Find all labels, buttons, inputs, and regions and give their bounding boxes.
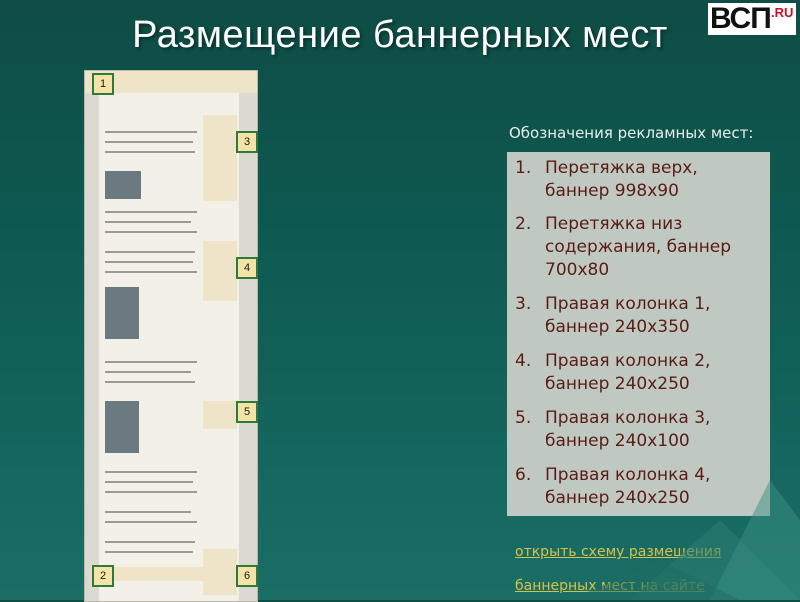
banner-area-right-1: [203, 115, 237, 201]
site-layout-mockup: [84, 70, 258, 602]
text-line: [105, 511, 191, 513]
text-line: [105, 471, 197, 473]
text-line: [105, 361, 197, 363]
legend-item: 4. Правая колонка 2, баннер 240х250: [515, 350, 765, 394]
legend-item-number: 1.: [515, 158, 532, 178]
logo-text: ВСП: [710, 2, 772, 35]
banner-marker-5: 5: [236, 401, 258, 423]
text-line: [105, 491, 197, 493]
legend-item: 5. Правая колонка 3, баннер 240х100: [515, 407, 765, 451]
legend-item-text: Правая колонка 3, баннер 240х100: [545, 408, 711, 451]
banner-marker-3: 3: [236, 131, 258, 153]
banner-area-right-3: [203, 401, 237, 429]
legend-item-number: 2.: [515, 214, 532, 234]
text-line: [105, 381, 195, 383]
text-line: [105, 551, 193, 553]
legend-item: 2. Перетяжка низ содержания, баннер 700х…: [515, 213, 765, 280]
banner-area-bottom: [99, 567, 219, 581]
text-line: [105, 211, 197, 213]
text-line: [105, 541, 195, 543]
banner-marker-6: 6: [236, 565, 258, 587]
article-photo: [105, 401, 139, 453]
text-line: [105, 221, 191, 223]
text-line: [105, 261, 193, 263]
background-decoration: [570, 480, 800, 600]
legend-item-number: 5.: [515, 408, 532, 428]
text-line: [105, 151, 195, 153]
text-line: [105, 251, 195, 253]
text-line: [105, 271, 197, 273]
banner-marker-2: 2: [92, 565, 114, 587]
banner-marker-1: 1: [92, 73, 114, 95]
slide-title: Размещение баннерных мест: [132, 14, 668, 56]
legend-item-text: Перетяжка верх, баннер 998х90: [545, 158, 698, 201]
text-line: [105, 371, 191, 373]
article-photo: [105, 287, 139, 339]
text-line: [105, 131, 197, 133]
banner-marker-4: 4: [236, 257, 258, 279]
text-line: [105, 521, 197, 523]
article-photo: [105, 171, 141, 199]
logo-suffix: .RU: [771, 5, 794, 20]
legend-item-number: 3.: [515, 294, 532, 314]
legend-item: 1. Перетяжка верх, баннер 998х90: [515, 157, 765, 201]
legend-item-number: 4.: [515, 351, 532, 371]
vsp-logo: ВСП .RU: [708, 2, 796, 35]
legend-item-text: Правая колонка 2, баннер 240х250: [545, 351, 711, 394]
legend-item: 3. Правая колонка 1, баннер 240х350: [515, 293, 765, 337]
text-line: [105, 231, 197, 233]
legend-heading: Обозначения рекламных мест:: [509, 124, 754, 142]
banner-area-right-2: [203, 241, 237, 301]
text-line: [105, 481, 193, 483]
legend-item-text: Правая колонка 1, баннер 240х350: [545, 294, 711, 337]
text-line: [105, 141, 193, 143]
legend-item-text: Перетяжка низ содержания, баннер 700х80: [545, 214, 732, 280]
